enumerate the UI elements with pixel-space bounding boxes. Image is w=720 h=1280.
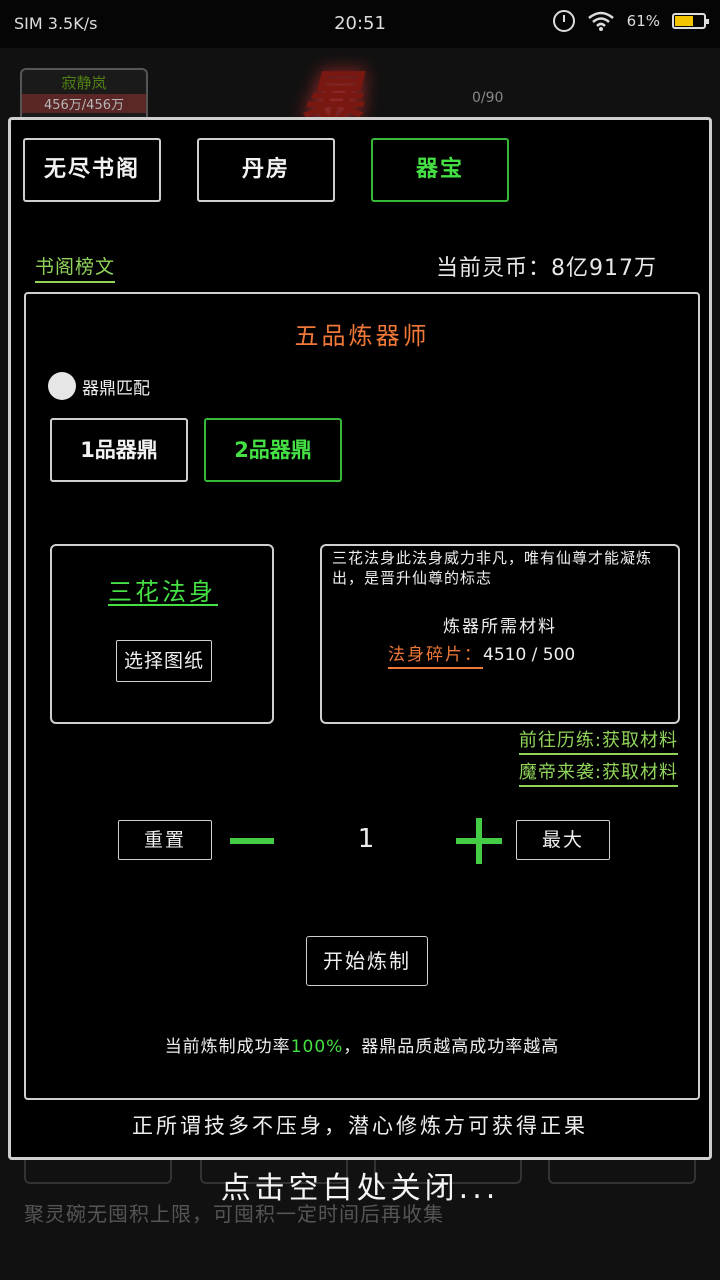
background-stat: 0/90 (472, 90, 504, 106)
plus-icon[interactable] (456, 818, 502, 864)
wifi-icon (587, 11, 614, 31)
rate-suffix: ，器鼎品质越高成功率越高 (343, 1037, 560, 1057)
blueprint-underline (108, 604, 218, 606)
battery-percent: 61% (626, 12, 660, 30)
crafting-panel: 五品炼器师 器鼎匹配 1品器鼎 2品器鼎 三花法身 选择图纸 三花法身此法身威力… (24, 292, 700, 1100)
footer-quote: 正所谓技多不压身，潜心修炼方可获得正果 (132, 1114, 588, 1138)
minus-icon[interactable] (230, 838, 274, 844)
cauldron-match-toggle[interactable]: 器鼎匹配 (48, 372, 150, 400)
status-icons: 61% (552, 10, 709, 32)
tab-endless-library[interactable]: 无尽书阁 (23, 138, 161, 202)
status-bar: SIM 3.5K/s 20:51 61% (0, 0, 720, 48)
alarm-icon (552, 10, 575, 32)
battery-icon (672, 13, 709, 29)
blueprint-name: 三花法身 (108, 578, 216, 606)
materials-title: 炼器所需材料 (443, 617, 557, 637)
enemy-name: 寂静岚 (61, 74, 107, 92)
explore-materials-link[interactable]: 前往历练:获取材料 (518, 726, 678, 755)
material-count: 4510 / 500 (483, 645, 576, 665)
reset-button[interactable]: 重置 (118, 820, 212, 860)
tier-2-cauldron-button[interactable]: 2品器鼎 (204, 418, 342, 482)
ranking-link[interactable]: 书阁榜文 (35, 252, 116, 283)
enemy-card: 寂静岚 456万/456万 (20, 68, 148, 124)
tab-alchemy-room[interactable]: 丹房 (197, 138, 335, 202)
rate-value: 100% (290, 1037, 344, 1057)
toggle-knob-icon[interactable] (48, 372, 76, 400)
blueprint-description: 三花法身此法身威力非凡，唯有仙尊才能凝炼出，是晋升仙尊的标志 (332, 549, 653, 587)
enemy-hp: 456万/456万 (22, 94, 146, 113)
blueprint-slot: 三花法身 选择图纸 (50, 544, 274, 724)
crafting-dialog: 无尽书阁 丹房 器宝 书阁榜文 当前灵币：8亿917万 五品炼器师 器鼎匹配 1… (8, 117, 712, 1160)
battery-fill (675, 16, 694, 26)
raid-materials-link[interactable]: 魔帝来袭:获取材料 (518, 758, 678, 787)
material-name: 法身碎片： (388, 645, 483, 669)
select-blueprint-button[interactable]: 选择图纸 (116, 640, 212, 682)
blueprint-description-box: 三花法身此法身威力非凡，唯有仙尊才能凝炼出，是晋升仙尊的标志 炼器所需材料 法身… (320, 544, 680, 724)
max-button[interactable]: 最大 (516, 820, 610, 860)
rate-prefix: 当前炼制成功率 (164, 1037, 291, 1057)
coin-balance: 当前灵币：8亿917万 (436, 256, 657, 281)
quantity-value: 1 (357, 824, 375, 854)
start-crafting-button[interactable]: 开始炼制 (306, 936, 428, 986)
toggle-label: 器鼎匹配 (82, 378, 150, 399)
success-rate-text: 当前炼制成功率100%，器鼎品质越高成功率越高 (26, 1032, 698, 1057)
material-row: 法身碎片：4510 / 500 (388, 640, 576, 669)
close-hint[interactable]: 点击空白处关闭... (0, 1163, 720, 1207)
crafter-rank-title: 五品炼器师 (294, 322, 430, 350)
tab-artifacts[interactable]: 器宝 (371, 138, 509, 202)
tier-1-cauldron-button[interactable]: 1品器鼎 (50, 418, 188, 482)
